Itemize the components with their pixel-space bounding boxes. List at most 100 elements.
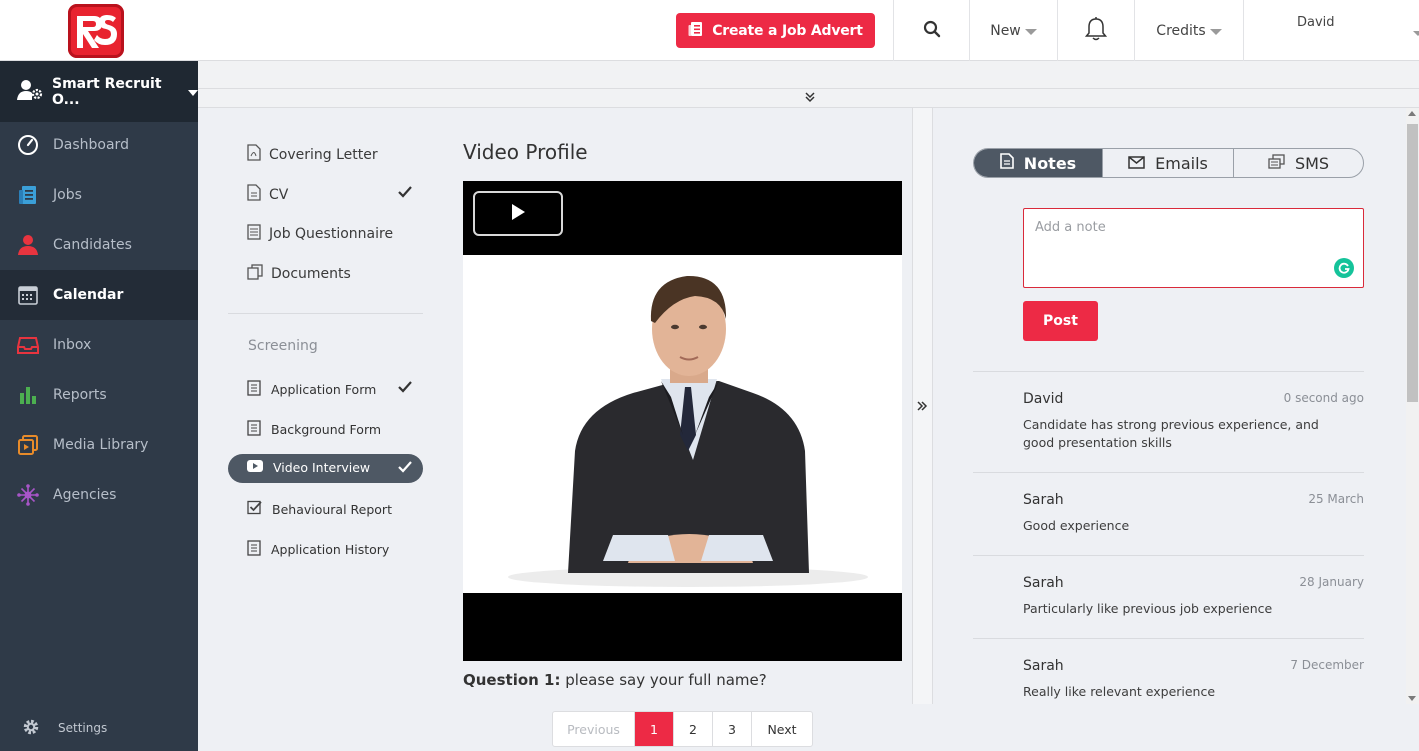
sidebar-item-label: Candidates — [53, 237, 132, 253]
question-label: Question 1: — [463, 671, 561, 689]
doc-item-label: Documents — [271, 266, 351, 282]
jobs-icon — [17, 184, 39, 206]
note-time: 7 December — [1290, 658, 1364, 672]
new-label: New — [990, 22, 1021, 39]
screening-item-application-form[interactable]: Application Form — [247, 380, 376, 399]
sidebar-item-media-library[interactable]: Media Library — [0, 420, 198, 470]
sidebar-item-dashboard[interactable]: Dashboard — [0, 120, 198, 170]
doc-item-covering-letter[interactable]: Covering Letter — [247, 144, 378, 165]
user-name[interactable]: David — [1297, 15, 1335, 30]
sidebar-item-jobs[interactable]: Jobs — [0, 170, 198, 220]
doc-item-documents[interactable]: Documents — [247, 264, 351, 284]
document-icon — [688, 21, 703, 41]
pagination-page-2[interactable]: 2 — [674, 712, 713, 746]
screening-item-label: Background Form — [271, 422, 382, 437]
form-icon — [247, 540, 261, 559]
double-chevron-down-icon[interactable] — [803, 90, 817, 104]
note-time: 0 second ago — [1283, 391, 1364, 405]
doc-item-label: CV — [269, 186, 289, 203]
credits-menu-button[interactable]: Credits — [1135, 0, 1243, 61]
chevron-down-icon — [188, 89, 198, 96]
new-menu-button[interactable]: New — [970, 0, 1057, 61]
organisation-name: Smart Recruit O... — [52, 75, 162, 108]
pagination: Previous 1 2 3 Next — [552, 711, 813, 747]
user-menu-chevron-icon[interactable] — [1413, 31, 1419, 36]
scroll-down-arrow-icon[interactable] — [1408, 696, 1416, 701]
play-button[interactable] — [473, 191, 563, 236]
form-icon — [247, 420, 261, 439]
create-job-advert-button[interactable]: Create a Job Advert — [676, 13, 875, 48]
video-interview-content[interactable]: Video Interview — [247, 460, 370, 475]
double-chevron-right-icon[interactable] — [916, 400, 928, 416]
doc-item-label: Covering Letter — [269, 146, 378, 163]
sidebar-item-inbox[interactable]: Inbox — [0, 320, 198, 370]
screening-item-background-form[interactable]: Background Form — [247, 420, 381, 439]
screening-item-label: Behavioural Report — [272, 501, 392, 517]
sidebar-item-settings[interactable]: Settings — [0, 712, 198, 744]
form-icon — [247, 380, 261, 399]
organisation-switcher[interactable]: Smart Recruit O... — [0, 61, 198, 122]
tab-label: SMS — [1294, 153, 1330, 173]
user-gear-icon — [17, 79, 43, 105]
screening-item-label: Video Interview — [273, 460, 371, 475]
check-icon — [398, 461, 412, 477]
gear-icon — [22, 718, 40, 739]
screening-item-application-history[interactable]: Application History — [247, 540, 389, 559]
smart-recruit-logo[interactable] — [68, 4, 124, 58]
pagination-next[interactable]: Next — [752, 712, 812, 746]
chevron-down-icon — [1024, 28, 1037, 35]
sidebar-item-agencies[interactable]: Agencies — [0, 470, 198, 520]
check-icon — [398, 381, 412, 397]
sms-icon — [1268, 153, 1285, 173]
bar-chart-icon — [17, 384, 39, 406]
video-question: Question 1: please say your full name? — [463, 671, 767, 689]
tab-emails[interactable]: Emails — [1103, 149, 1234, 177]
settings-label: Settings — [58, 721, 108, 735]
note-icon — [999, 153, 1014, 173]
sidebar-item-calendar[interactable]: Calendar — [0, 270, 198, 320]
note-author: David — [1023, 391, 1064, 407]
note-author: Sarah — [1023, 492, 1064, 508]
screening-item-behavioural-report[interactable]: Behavioural Report — [247, 500, 392, 518]
tab-sms[interactable]: SMS — [1234, 149, 1363, 177]
sidebar-item-candidates[interactable]: Candidates — [0, 220, 198, 270]
pagination-page-1[interactable]: 1 — [635, 712, 674, 746]
pagination-previous[interactable]: Previous — [553, 712, 635, 746]
question-text: please say your full name? — [560, 671, 767, 689]
sidebar-item-label: Agencies — [53, 487, 117, 503]
checkbox-checked-icon — [247, 500, 262, 518]
screening-heading: Screening — [248, 338, 318, 354]
screening-item-label: Application Form — [271, 382, 377, 397]
sidebar-item-label: Calendar — [53, 287, 124, 303]
grammarly-icon[interactable] — [1334, 258, 1354, 278]
scrollbar-thumb[interactable] — [1407, 124, 1418, 402]
screening-item-label: Application History — [271, 542, 390, 557]
scroll-up-arrow-icon[interactable] — [1408, 111, 1416, 116]
pagination-page-3[interactable]: 3 — [713, 712, 752, 746]
file-icon — [247, 184, 261, 205]
sidebar-item-label: Media Library — [53, 437, 149, 453]
doc-item-job-questionnaire[interactable]: Job Questionnaire — [247, 224, 393, 244]
note-time: 28 January — [1299, 575, 1364, 589]
note-text: Good experience — [1023, 518, 1130, 533]
sidebar-item-label: Inbox — [53, 337, 92, 353]
divider — [973, 638, 1364, 639]
chevron-down-icon — [1209, 28, 1222, 35]
note-input[interactable] — [1023, 208, 1364, 288]
post-button[interactable]: Post — [1023, 301, 1098, 341]
inbox-icon — [17, 334, 39, 356]
files-icon — [247, 264, 263, 284]
note-time: 25 March — [1308, 492, 1364, 506]
divider — [228, 313, 423, 314]
doc-item-cv[interactable]: CV — [247, 184, 288, 205]
header-divider — [1243, 0, 1244, 61]
notifications-button[interactable] — [1058, 0, 1134, 61]
notes-tabs: Notes Emails SMS — [973, 148, 1364, 178]
search-button[interactable] — [894, 0, 969, 61]
note-text: Really like relevant experience — [1023, 684, 1216, 699]
network-icon — [17, 484, 39, 506]
note-text: Candidate has strong previous experience… — [1023, 417, 1319, 450]
sidebar-item-reports[interactable]: Reports — [0, 370, 198, 420]
tab-notes[interactable]: Notes — [974, 149, 1103, 177]
note-author: Sarah — [1023, 575, 1064, 591]
